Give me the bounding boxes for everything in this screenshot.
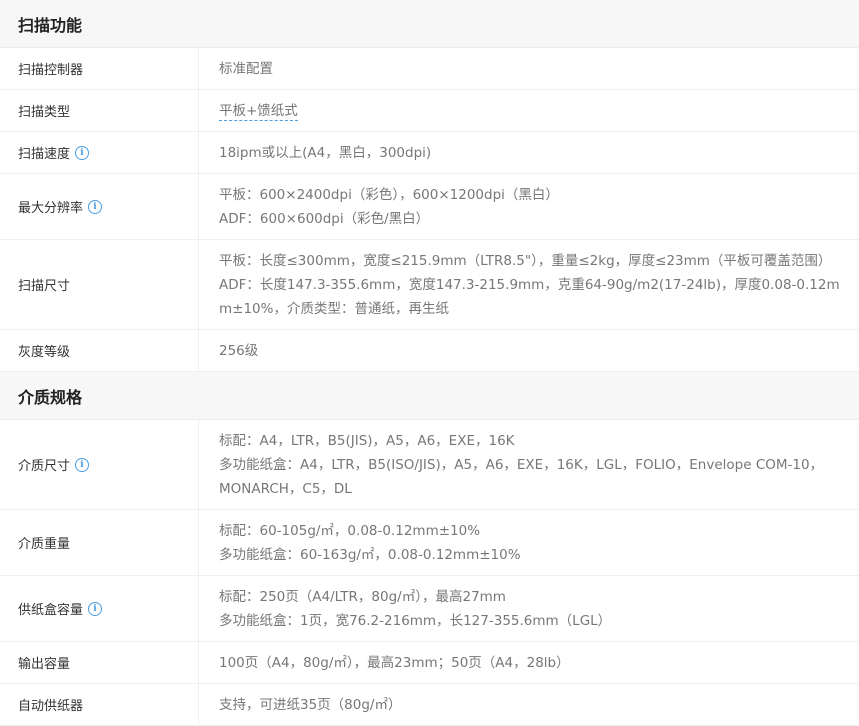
spec-label: 自动供纸器 [18,699,84,714]
spec-value-cell: 平板：长度≤300mm，宽度≤215.9mm（LTR8.5"），重量≤2kg，厚… [199,240,859,329]
spec-value-line: 标配：A4，LTR，B5(JIS)，A5，A6，EXE，16K [219,432,515,449]
spec-row: 自动供纸器 支持，可进纸35页（80g/㎡） [0,684,859,726]
info-icon[interactable]: i [88,601,103,616]
spec-value-line: ADF：600×600dpi（彩色/黑白） [219,210,430,227]
spec-value-line: 多功能纸盒：1页，宽76.2-216mm，长127-355.6mm（LGL） [219,612,612,629]
spec-label-cell: 扫描速度 i [0,132,199,173]
spec-value-line: 18ipm或以上(A4，黑白，300dpi) [219,144,432,161]
spec-value-line: 多功能纸盒：60-163g/㎡，0.08-0.12mm±10% [219,546,521,563]
spec-value-link[interactable]: 平板+馈纸式 [219,102,298,121]
info-icon[interactable]: i [75,457,90,472]
spec-label-cell: 供纸盒容量 i [0,576,199,641]
spec-value-line: ADF：长度147.3-355.6mm，宽度147.3-215.9mm，克重64… [219,276,840,293]
spec-label: 扫描控制器 [18,63,84,78]
section-title: 扫描功能 [0,0,859,48]
spec-value-line: 标准配置 [219,60,273,77]
spec-row: 扫描类型 平板+馈纸式 [0,90,859,132]
spec-label-cell: 自动供纸器 [0,684,199,725]
spec-label-cell: 输出容量 [0,642,199,683]
spec-label: 最大分辨率 [18,201,84,216]
spec-value-cell: 标准配置 [199,48,859,89]
section-title: 介质规格 [0,372,859,420]
spec-value-line: 平板：600×2400dpi（彩色），600×1200dpi（黑白） [219,186,559,203]
spec-table: 扫描功能扫描控制器 标准配置扫描类型 平板+馈纸式扫描速度 i 18ipm或以上(A4，… [0,0,859,726]
spec-label: 扫描尺寸 [18,279,71,294]
spec-value-line: 支持，可进纸35页（80g/㎡） [219,696,402,713]
spec-label: 输出容量 [18,657,71,672]
spec-label-cell: 介质尺寸 i [0,420,199,509]
spec-label-cell: 介质重量 [0,510,199,575]
spec-row: 最大分辨率 i 平板：600×2400dpi（彩色），600×1200dpi（黑白）… [0,174,859,240]
spec-label: 灰度等级 [18,345,71,360]
spec-value-line: 标配：250页（A4/LTR，80g/㎡），最高27mm [219,588,506,605]
spec-value-line: 多功能纸盒：A4，LTR，B5(ISO/JIS)，A5，A6，EXE，16K，L… [219,456,824,473]
spec-value-cell: 平板：600×2400dpi（彩色），600×1200dpi（黑白） ADF：60… [199,174,859,239]
spec-label: 扫描速度 [18,147,71,162]
spec-label-cell: 最大分辨率 i [0,174,199,239]
info-icon[interactable]: i [88,199,103,214]
spec-label: 介质尺寸 [18,459,71,474]
spec-value-line: 标配：60-105g/㎡，0.08-0.12mm±10% [219,522,481,539]
spec-value-cell: 标配：A4，LTR，B5(JIS)，A5，A6，EXE，16K 多功能纸盒：A4，… [199,420,859,509]
spec-row: 扫描速度 i 18ipm或以上(A4，黑白，300dpi) [0,132,859,174]
spec-row: 扫描控制器 标准配置 [0,48,859,90]
spec-row: 扫描尺寸 平板：长度≤300mm，宽度≤215.9mm（LTR8.5"），重量≤2… [0,240,859,330]
spec-row: 介质重量 标配：60-105g/㎡，0.08-0.12mm±10% 多功能纸盒：60… [0,510,859,576]
spec-value-cell: 支持，可进纸35页（80g/㎡） [199,684,859,725]
spec-value-cell: 256级 [199,330,859,371]
spec-value-line: 平板：长度≤300mm，宽度≤215.9mm（LTR8.5"），重量≤2kg，厚… [219,252,832,269]
spec-label: 供纸盒容量 [18,603,84,618]
spec-value-line: 256级 [219,342,259,359]
spec-value-cell: 标配：60-105g/㎡，0.08-0.12mm±10% 多功能纸盒：60-163… [199,510,859,575]
spec-value-line: MONARCH，C5，DL [219,480,352,497]
spec-value-cell: 18ipm或以上(A4，黑白，300dpi) [199,132,859,173]
spec-label-cell: 扫描控制器 [0,48,199,89]
spec-label-cell: 扫描类型 [0,90,199,131]
info-icon[interactable]: i [75,145,90,160]
spec-row: 介质尺寸 i 标配：A4，LTR，B5(JIS)，A5，A6，EXE，16K 多功能纸… [0,420,859,510]
spec-label: 介质重量 [18,537,71,552]
spec-value-cell: 标配：250页（A4/LTR，80g/㎡），最高27mm 多功能纸盒：1页，宽76… [199,576,859,641]
spec-value-cell: 平板+馈纸式 [199,90,859,131]
spec-row: 灰度等级 256级 [0,330,859,372]
spec-row: 输出容量 100页（A4，80g/㎡），最高23mm；50页（A4，28lb） [0,642,859,684]
spec-row: 供纸盒容量 i 标配：250页（A4/LTR，80g/㎡），最高27mm 多功能纸盒：… [0,576,859,642]
spec-value-cell: 100页（A4，80g/㎡），最高23mm；50页（A4，28lb） [199,642,859,683]
spec-label: 扫描类型 [18,105,71,120]
spec-value-line: 100页（A4，80g/㎡），最高23mm；50页（A4，28lb） [219,654,570,671]
spec-value-line: m±10%，介质类型：普通纸，再生纸 [219,300,449,317]
spec-label-cell: 灰度等级 [0,330,199,371]
spec-label-cell: 扫描尺寸 [0,240,199,329]
